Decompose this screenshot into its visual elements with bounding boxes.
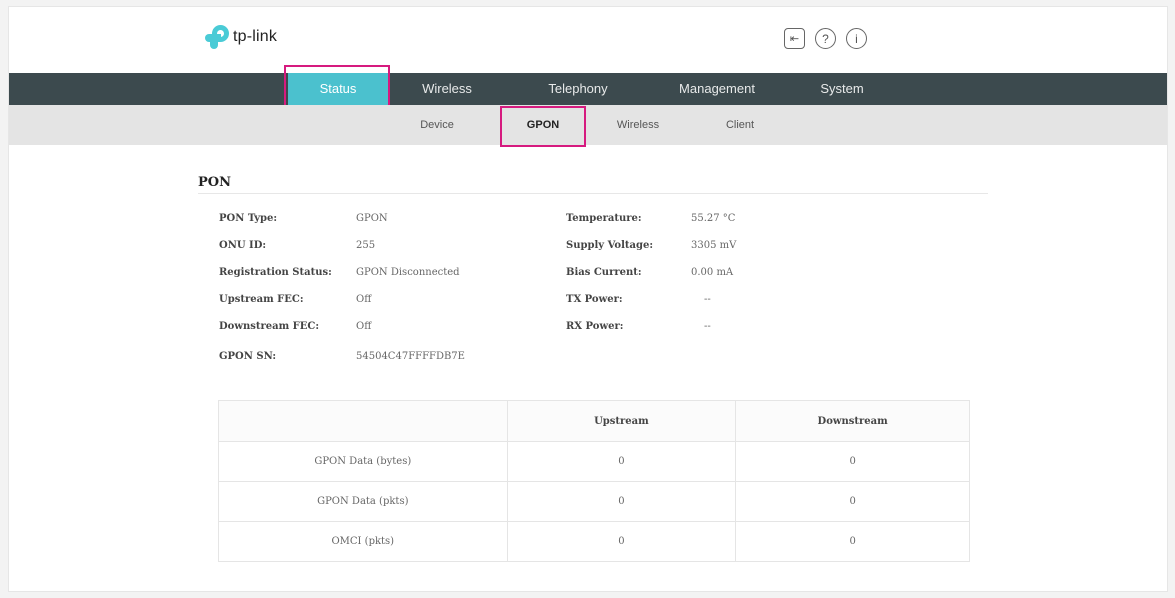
bias-current-label: Bias Current: <box>566 267 642 278</box>
upstream-cell: 0 <box>506 521 737 562</box>
sub-nav-wireless[interactable]: Wireless <box>598 105 678 145</box>
table-row: OMCI (pkts) 0 0 <box>218 521 970 562</box>
bias-current-value: 0.00 mA <box>691 267 734 278</box>
onu-id-label: ONU ID: <box>219 240 267 251</box>
temperature-value: 55.27 °C <box>691 213 736 224</box>
logout-icon[interactable]: ⇤ <box>784 28 805 49</box>
table-header-row: Upstream Downstream <box>218 400 970 442</box>
pon-type-label: PON Type: <box>219 213 278 224</box>
rx-power-label: RX Power: <box>566 321 624 332</box>
gpon-statistics-table: Upstream Downstream GPON Data (bytes) 0 … <box>218 400 970 562</box>
main-nav-system[interactable]: System <box>802 73 882 105</box>
header-icons: ⇤ ? i <box>784 28 867 49</box>
sub-nav-gpon[interactable]: GPON <box>503 105 583 145</box>
sub-nav-client[interactable]: Client <box>705 105 775 145</box>
tp-link-logo: tp-link <box>205 25 277 49</box>
supply-voltage-value: 3305 mV <box>691 240 737 251</box>
upstream-fec-value: Off <box>356 294 372 305</box>
gpon-sn-value: 54504C47FFFFDB7E <box>356 351 465 362</box>
downstream-fec-label: Downstream FEC: <box>219 321 320 332</box>
downstream-cell: 0 <box>735 441 970 482</box>
downstream-cell: 0 <box>735 521 970 562</box>
logo-text: tp-link <box>233 28 278 45</box>
help-icon[interactable]: ? <box>815 28 836 49</box>
tx-power-value: -- <box>704 294 711 305</box>
supply-voltage-label: Supply Voltage: <box>566 240 654 251</box>
main-nav-wireless[interactable]: Wireless <box>402 73 492 105</box>
row-label: OMCI (pkts) <box>218 521 508 562</box>
gpon-sn-label: GPON SN: <box>219 351 277 362</box>
registration-status-label: Registration Status: <box>219 267 332 278</box>
main-nav-management[interactable]: Management <box>662 73 772 105</box>
table-row: GPON Data (pkts) 0 0 <box>218 481 970 522</box>
downstream-fec-value: Off <box>356 321 372 332</box>
section-divider <box>198 193 988 194</box>
main-nav-status[interactable]: Status <box>288 73 388 105</box>
upstream-fec-label: Upstream FEC: <box>219 294 304 305</box>
onu-id-value: 255 <box>356 240 376 251</box>
table-header-blank <box>218 400 508 442</box>
section-title-pon: PON <box>198 175 231 190</box>
table-row: GPON Data (bytes) 0 0 <box>218 441 970 482</box>
main-nav: Status Wireless Telephony Management Sys… <box>9 73 1167 105</box>
sub-nav-device[interactable]: Device <box>402 105 472 145</box>
sub-nav: Device GPON Wireless Client <box>9 105 1167 145</box>
temperature-label: Temperature: <box>566 213 642 224</box>
downstream-cell: 0 <box>735 481 970 522</box>
row-label: GPON Data (pkts) <box>218 481 508 522</box>
table-header-upstream: Upstream <box>506 400 737 442</box>
upstream-cell: 0 <box>506 481 737 522</box>
page-header: tp-link ⇤ ? i <box>9 7 1167 73</box>
registration-status-value: GPON Disconnected <box>356 267 460 278</box>
tx-power-label: TX Power: <box>566 294 623 305</box>
info-icon[interactable]: i <box>846 28 867 49</box>
main-nav-telephony[interactable]: Telephony <box>528 73 628 105</box>
tp-link-logo-icon <box>205 25 229 49</box>
pon-type-value: GPON <box>356 213 388 224</box>
rx-power-value: -- <box>704 321 711 332</box>
table-header-downstream: Downstream <box>735 400 970 442</box>
row-label: GPON Data (bytes) <box>218 441 508 482</box>
router-admin-page: tp-link ⇤ ? i Status Wireless Telephony … <box>8 6 1168 592</box>
upstream-cell: 0 <box>506 441 737 482</box>
